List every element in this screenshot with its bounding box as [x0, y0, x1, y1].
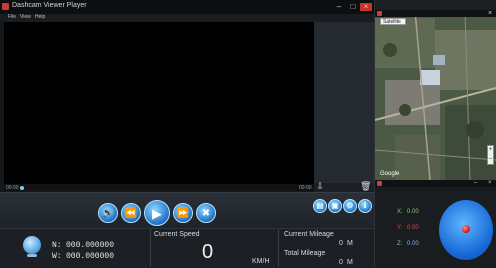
map-close-button[interactable]: × [488, 10, 492, 17]
y-label: Y: [397, 225, 403, 231]
current-mileage-value: 0 [339, 240, 343, 247]
sensor-close-button[interactable]: × [488, 180, 492, 186]
sensor-app-icon [377, 181, 382, 186]
x-value: 0.00 [407, 209, 419, 215]
y-value: 0.00 [407, 225, 419, 231]
current-mileage-unit: M [347, 240, 353, 247]
gps-icon [23, 236, 41, 254]
play-button[interactable]: ▶ [144, 200, 170, 226]
west-label: W: [52, 252, 62, 261]
menu-bar [0, 14, 374, 22]
menu-help[interactable]: Help [35, 14, 45, 20]
sensor-title-bar [375, 180, 496, 187]
z-value: 0.00 [407, 241, 419, 247]
gps-icon-stand [27, 254, 37, 257]
seek-handle[interactable] [20, 186, 24, 190]
map-app-icon [377, 11, 382, 16]
seek-bar[interactable] [4, 184, 314, 191]
stop-button[interactable]: ✖ [196, 203, 216, 223]
file-button[interactable]: ▤ [313, 199, 327, 213]
map-type-select[interactable]: Satellite [380, 18, 406, 25]
volume-button[interactable]: 🔊 [98, 203, 118, 223]
west-value: 000.000000 [66, 252, 115, 261]
volume-icon: 🔊 [101, 208, 115, 219]
maximize-button[interactable]: □ [347, 3, 359, 11]
current-mileage-label: Current Mileage [284, 231, 334, 238]
file-list-panel[interactable] [314, 22, 374, 190]
speed-unit: KM/H [252, 258, 270, 265]
total-mileage-label: Total Mileage [284, 250, 326, 257]
file-icon: ▤ [316, 201, 324, 210]
settings-icon: ⚙ [346, 201, 354, 210]
total-mileage-unit: M [347, 259, 353, 266]
map-zoom-control[interactable]: + – [487, 145, 494, 165]
rewind-icon: ⏪ [124, 208, 138, 219]
stop-icon: ✖ [201, 208, 211, 219]
rewind-button[interactable]: ⏪ [121, 203, 141, 223]
total-mileage-value: 0 [339, 259, 343, 266]
minimize-button[interactable]: – [333, 3, 345, 11]
g-sensor-indicator [462, 225, 470, 233]
video-area[interactable] [4, 22, 314, 190]
sensor-minimize-button[interactable]: – [474, 180, 477, 186]
info-icon: ℹ [363, 201, 367, 210]
settings-button[interactable]: ⚙ [343, 199, 357, 213]
import-icon[interactable]: ⇩ [315, 182, 325, 191]
photo-icon: ▣ [331, 201, 339, 210]
north-label: N: [52, 241, 62, 250]
map-title-bar [375, 10, 496, 17]
delete-icon[interactable]: 🗑 [360, 182, 371, 191]
divider [278, 229, 279, 267]
close-button[interactable]: × [360, 3, 372, 11]
fast-forward-icon: ⏩ [176, 208, 190, 219]
forward-button[interactable]: ⏩ [173, 203, 193, 223]
time-end: 00:00 [299, 185, 312, 191]
menu-view[interactable]: View [20, 14, 31, 20]
x-label: X: [397, 209, 403, 215]
photo-button[interactable]: ▣ [328, 199, 342, 213]
zoom-in-button[interactable]: + [488, 146, 493, 155]
app-icon [2, 3, 9, 10]
time-start: 00:00 [6, 185, 19, 191]
play-icon: ▶ [152, 206, 162, 221]
window-title: Dashcam Viewer Player [12, 2, 87, 9]
z-label: Z: [397, 241, 403, 247]
menu-file[interactable]: File [8, 14, 16, 20]
speed-value: 0 [202, 241, 214, 263]
speed-label: Current Speed [154, 231, 200, 238]
divider [150, 229, 151, 267]
google-logo: Google [380, 171, 400, 177]
zoom-out-button[interactable]: – [488, 155, 493, 164]
north-value: 000.000000 [66, 241, 115, 250]
map-view[interactable] [375, 10, 496, 180]
info-button[interactable]: ℹ [358, 199, 372, 213]
